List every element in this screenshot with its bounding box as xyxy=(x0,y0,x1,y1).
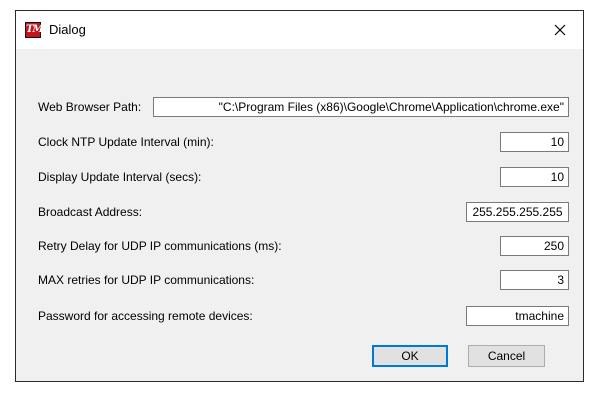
title-bar: TM Dialog xyxy=(16,11,583,49)
ok-button[interactable]: OK xyxy=(372,345,448,367)
max-retries-label: MAX retries for UDP IP communications: xyxy=(38,273,255,287)
web-browser-path-label: Web Browser Path: xyxy=(38,100,142,114)
tm-app-icon: TM xyxy=(25,22,44,38)
retry-delay-label: Retry Delay for UDP IP communications (m… xyxy=(38,239,282,253)
web-browser-path-field[interactable]: "C:\Program Files (x86)\Google\Chrome\Ap… xyxy=(153,97,569,117)
settings-dialog: TM Dialog Web Browser Path: "C:\Program … xyxy=(15,10,584,382)
close-button[interactable] xyxy=(537,11,583,49)
display-update-interval-field[interactable]: 10 xyxy=(500,167,569,187)
remote-password-label: Password for accessing remote devices: xyxy=(38,309,253,323)
close-icon xyxy=(554,24,566,36)
cancel-button[interactable]: Cancel xyxy=(468,345,545,367)
broadcast-address-label: Broadcast Address: xyxy=(38,205,143,219)
max-retries-field[interactable]: 3 xyxy=(500,270,569,290)
display-update-interval-label: Display Update Interval (secs): xyxy=(38,170,202,184)
remote-password-field[interactable]: tmachine xyxy=(466,306,569,326)
broadcast-address-field[interactable]: 255.255.255.255 xyxy=(466,202,569,222)
retry-delay-field[interactable]: 250 xyxy=(500,236,569,256)
clock-ntp-interval-label: Clock NTP Update Interval (min): xyxy=(38,135,214,149)
clock-ntp-interval-field[interactable]: 10 xyxy=(500,132,569,152)
window-title: Dialog xyxy=(49,22,86,37)
